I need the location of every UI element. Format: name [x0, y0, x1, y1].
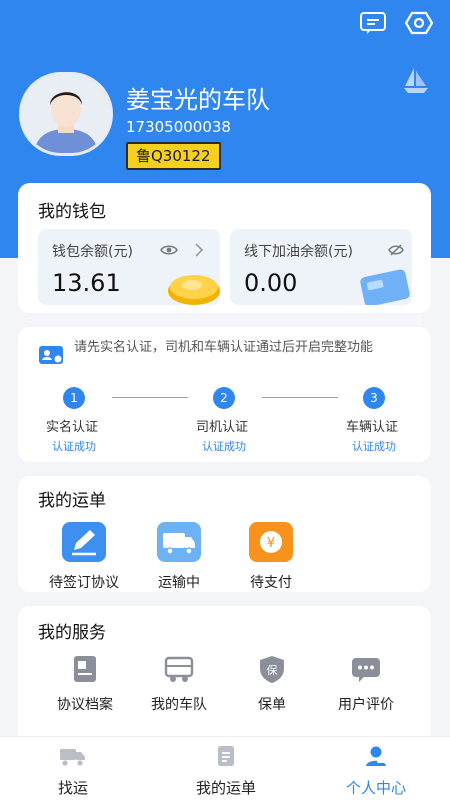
- service-label: 协议档案: [57, 697, 113, 713]
- order-label: 运输中: [158, 575, 200, 591]
- yen-pay-icon: ¥: [249, 522, 293, 562]
- order-pending-agreement[interactable]: 待签订协议: [40, 522, 128, 592]
- fuel-balance-box[interactable]: 线下加油余额(元) 0.00: [230, 229, 412, 305]
- gold-coin-icon: [168, 275, 220, 305]
- header-actions: [358, 10, 434, 36]
- bottom-tab-bar: 找运 我的运单 个人中心: [0, 736, 450, 800]
- document-icon: [218, 746, 234, 766]
- step-name-real-name[interactable]: 实名认证: [46, 416, 98, 435]
- sign-agreement-icon: [62, 522, 106, 562]
- step-name-driver[interactable]: 司机认证: [196, 416, 248, 435]
- license-plate-badge: 鲁Q30122: [126, 142, 221, 170]
- phone-number: 17305000038: [126, 118, 231, 136]
- review-icon: [352, 658, 380, 682]
- id-card-icon: [39, 346, 63, 364]
- step-connector: [262, 397, 338, 398]
- step-status: 认证成功: [202, 440, 246, 453]
- service-user-reviews[interactable]: 用户评价: [322, 654, 410, 714]
- service-label: 用户评价: [338, 697, 394, 713]
- sailboat-icon: [402, 66, 430, 98]
- orders-title: 我的运单: [38, 491, 106, 511]
- service-label: 保单: [258, 697, 286, 713]
- tab-find-cargo[interactable]: 找运: [50, 745, 96, 798]
- fleet-name: 姜宝光的车队: [126, 86, 270, 114]
- svg-text:保: 保: [267, 663, 278, 677]
- tab-label: 找运: [57, 779, 88, 797]
- svg-text:¥: ¥: [267, 536, 275, 551]
- service-label: 我的车队: [151, 697, 207, 713]
- wallet-balance-label: 钱包余额(元): [52, 244, 133, 260]
- fleet-icon: [164, 656, 194, 682]
- step-connector: [112, 397, 188, 398]
- verification-notice: 请先实名认证，司机和车辆认证通过后开启完整功能: [74, 340, 374, 355]
- order-label: 待签订协议: [49, 575, 119, 591]
- service-agreement-archive[interactable]: 协议档案: [40, 654, 130, 714]
- avatar[interactable]: [19, 72, 113, 156]
- wallet-title: 我的钱包: [38, 202, 106, 222]
- truck-icon: [157, 522, 201, 562]
- fuel-card-icon: [360, 269, 410, 305]
- step-name-vehicle[interactable]: 车辆认证: [346, 416, 398, 435]
- truck-icon: [60, 749, 85, 766]
- eye-hidden-icon[interactable]: [388, 244, 404, 256]
- tab-label: 个人中心: [345, 779, 406, 797]
- verification-card: 请先实名认证，司机和车辆认证通过后开启完整功能 1 实名认证 认证成功 2 司机…: [18, 327, 431, 462]
- wallet-balance-box[interactable]: 钱包余额(元) 13.61: [38, 229, 220, 305]
- step-status: 认证成功: [52, 440, 96, 453]
- tab-personal-center[interactable]: 个人中心: [340, 745, 412, 798]
- message-icon[interactable]: [358, 10, 388, 36]
- fuel-balance-value: 0.00: [244, 269, 298, 297]
- chevron-right-icon[interactable]: [194, 243, 204, 257]
- step-number: 1: [63, 387, 85, 409]
- archive-icon: [74, 656, 96, 682]
- step-number: 2: [213, 387, 235, 409]
- step-status: 认证成功: [352, 440, 396, 453]
- services-title: 我的服务: [38, 623, 106, 643]
- my-orders-card: 我的运单 待签订协议 运输中 ¥ 待支付: [18, 476, 431, 592]
- service-my-fleet[interactable]: 我的车队: [138, 654, 220, 714]
- settings-icon[interactable]: [404, 10, 434, 36]
- tab-label: 我的运单: [195, 779, 256, 797]
- wallet-balance-value: 13.61: [52, 269, 121, 297]
- fuel-balance-label: 线下加油余额(元): [244, 244, 353, 260]
- eye-icon[interactable]: [160, 244, 178, 256]
- order-in-transit[interactable]: 运输中: [144, 522, 214, 592]
- wallet-card: 我的钱包 钱包余额(元) 13.61 线下加油余额(元) 0.00: [18, 183, 431, 313]
- insurance-icon: 保: [260, 656, 284, 683]
- step-number: 3: [363, 387, 385, 409]
- order-pending-payment[interactable]: ¥ 待支付: [238, 522, 304, 592]
- service-insurance[interactable]: 保 保单: [244, 654, 300, 714]
- tab-my-orders[interactable]: 我的运单: [190, 745, 262, 798]
- user-icon: [366, 746, 386, 766]
- order-label: 待支付: [250, 575, 292, 591]
